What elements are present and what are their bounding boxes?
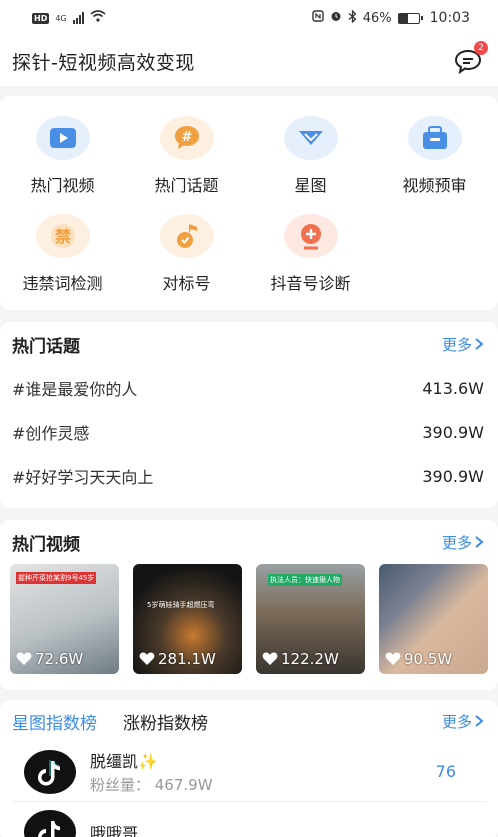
heart-icon [16, 652, 32, 665]
signal-icon [72, 12, 84, 24]
chevron-right-icon [475, 715, 484, 727]
tool-label: 抖音号诊断 [270, 274, 351, 293]
app-header: 探针-短视频高效变现 2 [0, 36, 498, 86]
likes-count: 281.1W [158, 650, 216, 668]
tool-account-diagnosis[interactable]: 抖音号诊断 [248, 214, 373, 294]
tool-icon-circle [283, 214, 338, 258]
tab-star-index[interactable]: 星图指数榜 [12, 709, 97, 734]
topic-count: 390.9W [422, 422, 484, 442]
video-thumbnail[interactable]: 握种芹菜抢某割9号45岁 72.6W [10, 564, 119, 674]
status-bar: HD 4G 46% 10:03 [0, 0, 498, 36]
likes-count: 122.2W [281, 650, 339, 668]
wifi-icon [90, 10, 106, 26]
tv-review-icon [422, 126, 447, 149]
forbidden-word-icon: 禁 [50, 224, 75, 248]
video-caption: 执法人员：快速揪人物 [268, 574, 342, 586]
more-label: 更多 [441, 335, 472, 354]
hot-topics-section: 热门话题 更多 #谁是最爱你的人 413.6W #创作灵感 390.9W #好好… [0, 322, 498, 508]
video-caption: 握种芹菜抢某割9号45岁 [16, 572, 97, 584]
topic-row[interactable]: #好好学习天天向上 390.9W [0, 454, 498, 498]
rank-row[interactable]: 脱缰凯✨ 粉丝量： 467.9W 76 [12, 742, 486, 802]
topic-row[interactable]: #谁是最爱你的人 413.6W [0, 366, 498, 410]
hot-videos-section: 热门视频 更多 握种芹菜抢某割9号45岁 72.6W 5岁萌娃骑手超燃压弯 28… [0, 520, 498, 690]
hd-badge: HD [32, 12, 50, 24]
tool-icon-circle [407, 116, 462, 160]
likes-count: 90.5W [404, 650, 453, 668]
tool-hot-topics[interactable]: # 热门话题 [124, 116, 249, 196]
videos-more-link[interactable]: 更多 [442, 532, 484, 553]
tool-label: 视频预审 [402, 176, 467, 195]
chevron-right-icon [475, 338, 484, 350]
rank-row[interactable]: 哦哦哥 [12, 802, 486, 837]
star-chart-icon [298, 131, 323, 145]
svg-text:禁: 禁 [54, 227, 70, 246]
likes-count: 72.6W [35, 650, 84, 668]
tool-label: 热门话题 [154, 176, 219, 195]
topic-count: 390.9W [422, 466, 484, 486]
clock: 10:03 [429, 10, 470, 26]
tool-video-review[interactable]: 视频预审 [372, 116, 497, 196]
rank-account-name: 脱缰凯✨ [90, 752, 158, 771]
video-likes: 281.1W [139, 650, 216, 668]
tool-icon-circle [283, 116, 338, 160]
tool-label: 违禁词检测 [22, 274, 103, 293]
tool-label: 对标号 [162, 274, 211, 293]
bluetooth-icon [348, 8, 357, 27]
topics-more-link[interactable]: 更多 [442, 334, 484, 355]
tool-benchmark[interactable]: 对标号 [124, 214, 249, 294]
battery-icon [397, 12, 423, 24]
tool-icon-circle [35, 116, 90, 160]
section-title: 热门话题 [12, 336, 80, 357]
topic-row[interactable]: #创作灵感 390.9W [0, 410, 498, 454]
video-thumbnail[interactable]: 90.5W [379, 564, 488, 674]
ranks-more-link[interactable]: 更多 [442, 711, 484, 732]
rank-score: 76 [435, 762, 456, 781]
rank-fans-count: 粉丝量： 467.9W [90, 776, 213, 794]
video-likes: 90.5W [385, 650, 452, 668]
rank-account-name: 哦哦哥 [90, 824, 139, 837]
tool-icon-circle: 禁 [35, 214, 90, 258]
tool-icon-circle: # [159, 116, 214, 160]
video-likes: 72.6W [16, 650, 83, 668]
video-likes: 122.2W [262, 650, 339, 668]
battery-percent: 46% [362, 10, 392, 26]
tool-label: 星图 [294, 176, 327, 195]
more-label: 更多 [441, 533, 472, 552]
section-title: 热门视频 [12, 534, 80, 555]
alarm-icon [330, 10, 342, 26]
chevron-right-icon [475, 536, 484, 548]
app-title: 探针-短视频高效变现 [12, 51, 195, 74]
messages-button[interactable]: 2 [452, 41, 488, 77]
message-count-badge: 2 [474, 41, 488, 55]
network-label: 4G [55, 13, 67, 23]
topic-count: 413.6W [422, 378, 484, 398]
topic-name: #创作灵感 [12, 424, 90, 443]
nfc-icon [312, 10, 324, 26]
tool-hot-videos[interactable]: 热门视频 [0, 116, 125, 196]
tab-follower-growth[interactable]: 涨粉指数榜 [123, 709, 208, 734]
video-thumbnail[interactable]: 5岁萌娃骑手超燃压弯 281.1W [133, 564, 242, 674]
topic-name: #好好学习天天向上 [12, 468, 154, 487]
tool-icon-circle [159, 214, 214, 258]
tiktok-logo-icon [24, 810, 76, 837]
heart-icon [385, 652, 401, 665]
tool-forbidden-words[interactable]: 禁 违禁词检测 [0, 214, 125, 294]
tools-grid: 热门视频 # 热门话题 星图 视频预审 禁 违禁词检测 对标号 抖音号诊断 [0, 96, 498, 310]
video-caption: 5岁萌娃骑手超燃压弯 [147, 601, 215, 609]
hashtag-icon: # [174, 126, 199, 149]
diagnosis-icon [300, 224, 321, 250]
topic-name: #谁是最爱你的人 [12, 380, 138, 399]
video-play-icon [49, 128, 76, 148]
tiktok-logo-icon [24, 749, 76, 794]
more-label: 更多 [441, 712, 472, 731]
tool-star-chart[interactable]: 星图 [248, 116, 373, 196]
video-thumbnail[interactable]: 执法人员：快速揪人物 122.2W [256, 564, 365, 674]
music-note-icon [176, 224, 197, 248]
rankings-section: 星图指数榜 涨粉指数榜 更多 脱缰凯✨ 粉丝量： 467.9W 76 哦哦哥 [0, 700, 498, 837]
svg-text:#: # [181, 130, 192, 145]
heart-icon [139, 652, 155, 665]
tool-label: 热门视频 [30, 176, 95, 195]
heart-icon [262, 652, 278, 665]
